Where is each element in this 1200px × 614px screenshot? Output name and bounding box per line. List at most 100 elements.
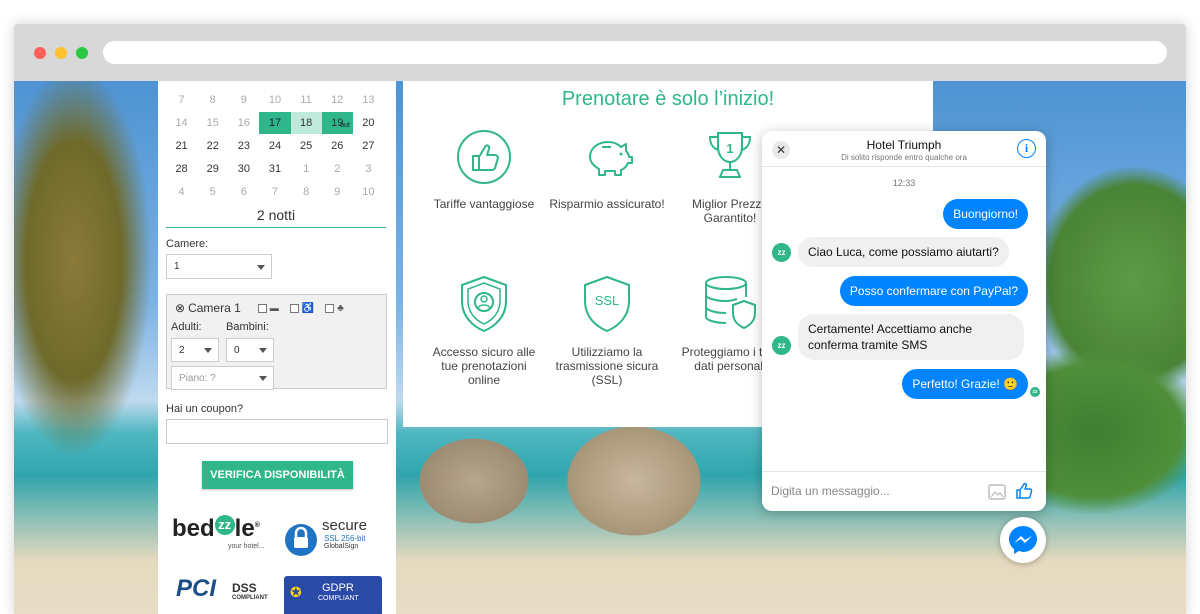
outgoing-message: Posso confermare con PayPal? — [839, 276, 1028, 306]
calendar-day[interactable]: 20 — [353, 112, 384, 134]
floor-select[interactable]: Piano: ? — [171, 366, 274, 390]
calendar-day[interactable]: 24 — [259, 135, 290, 157]
calendar-day[interactable]: 19 out — [321, 111, 353, 134]
seen-avatar-icon: zz — [1030, 387, 1040, 397]
calendar-day: 5 — [209, 185, 216, 198]
calendar-week: 4 5 6 7 8 9 10 — [166, 180, 384, 203]
chat-header: ✕ Hotel Triumph Di solito risponde entro… — [762, 131, 1046, 167]
calendar-day: 2 — [334, 162, 341, 175]
calendar-day[interactable]: 25 — [291, 135, 322, 157]
calendar-day: 8 — [209, 93, 216, 106]
gdpr-title: GDPR — [322, 582, 354, 594]
outgoing-message: Buongiorno! — [943, 199, 1028, 229]
pet-icon: ♣ — [337, 302, 344, 314]
globalsign-brand: GlobalSign — [324, 543, 359, 550]
minimize-window-button[interactable] — [55, 47, 67, 59]
calendar-day: 11 — [300, 93, 312, 106]
calendar-day: 8 — [303, 185, 310, 198]
address-bar[interactable] — [103, 41, 1167, 64]
calendar-day[interactable]: 31 — [259, 158, 290, 180]
verify-availability-button[interactable]: VERIFICA DISPONIBILITÀ — [202, 461, 353, 489]
dss-badge: DSS COMPLIANT — [232, 581, 268, 601]
checkout-marker: out — [340, 121, 350, 129]
chat-response-time: Di solito risponde entro qualche ora — [841, 153, 967, 162]
adults-select-value: 2 — [179, 344, 185, 356]
adults-select[interactable]: 2 — [171, 338, 219, 362]
remove-room-icon[interactable]: ⊗ — [175, 301, 185, 315]
calendar-day[interactable]: 23 — [228, 135, 259, 157]
calendar-day: 16 — [237, 116, 250, 129]
children-select-value: 0 — [234, 344, 240, 356]
bedzzle-logo-mark: zz — [214, 515, 235, 535]
dss-subtitle: COMPLIANT — [232, 595, 268, 601]
calendar-day[interactable]: 17 — [259, 111, 291, 134]
floor-select-value: Piano: ? — [179, 372, 216, 384]
calendar-day: 14 — [175, 116, 188, 129]
coupon-label: Hai un coupon? — [166, 403, 244, 415]
accessible-checkbox[interactable] — [289, 303, 299, 313]
calendar-day[interactable]: 30 — [228, 158, 259, 180]
smoking-checkbox[interactable] — [257, 303, 267, 313]
calendar-day: 1 — [303, 162, 310, 175]
calendar-day: 7 — [178, 93, 185, 106]
piggy-bank-icon — [589, 141, 633, 176]
calendar-day: 13 — [362, 93, 375, 106]
chat-footer: Digita un messaggio... — [762, 471, 1046, 511]
room-block: ⊗ Camera 1 ▬ ♿ ♣ Adulti: Bambini: 2 0 Pi… — [166, 294, 387, 390]
calendar-day[interactable]: 22 — [197, 135, 228, 157]
children-select[interactable]: 0 — [226, 338, 274, 362]
thumbs-up-icon[interactable] — [1015, 482, 1033, 500]
calendar-day: 15 — [206, 116, 219, 129]
coupon-input[interactable] — [166, 419, 388, 444]
maximize-window-button[interactable] — [76, 47, 88, 59]
database-shield-icon — [705, 276, 756, 330]
ssl-secure-badge: secure SSL 256-bit GlobalSign — [284, 517, 379, 559]
calendar-day: 3 — [365, 162, 372, 175]
messenger-launcher-button[interactable] — [1000, 517, 1046, 563]
calendar-day: 10 — [362, 185, 375, 198]
padlock-icon — [285, 524, 317, 556]
feature-label: Risparmio assicurato! — [549, 197, 665, 211]
room-title: Camera 1 — [188, 301, 241, 315]
image-upload-icon[interactable] — [988, 484, 1006, 500]
hotel-avatar: zz — [772, 243, 791, 262]
feature-item: Tariffe vantaggiose — [425, 127, 543, 211]
messenger-icon — [1009, 526, 1037, 554]
incoming-message: Ciao Luca, come possiamo aiutarti? — [798, 237, 1009, 267]
rooms-select[interactable]: 1 — [166, 254, 272, 279]
calendar-day[interactable]: 21 — [166, 135, 197, 157]
adults-label: Adulti: — [171, 321, 202, 333]
hotel-avatar: zz — [772, 336, 791, 355]
calendar-day: 10 — [268, 93, 282, 106]
messenger-chat-window: ✕ Hotel Triumph Di solito risponde entro… — [762, 131, 1046, 511]
wheelchair-icon: ♿ — [301, 302, 315, 314]
calendar-day[interactable]: 26 — [322, 135, 353, 157]
eu-stars-icon: ✪ — [290, 584, 302, 600]
pci-logo: PCI — [176, 575, 217, 602]
calendar-week: 14 15 16 17 18 19 out 20 — [166, 111, 384, 134]
close-window-button[interactable] — [34, 47, 46, 59]
message-input[interactable]: Digita un messaggio... — [771, 484, 890, 498]
window-controls — [34, 47, 88, 59]
calendar-day: 12 — [331, 93, 344, 106]
pet-checkbox[interactable] — [325, 303, 335, 313]
ssl-shield-icon: SSL — [584, 275, 630, 333]
calendar-week: 21 22 23 24 25 26 27 — [166, 134, 384, 157]
chevron-down-icon — [259, 348, 267, 353]
calendar-day[interactable]: 18 — [290, 111, 322, 134]
secure-title: secure — [322, 517, 368, 534]
calendar-day[interactable]: 29 — [197, 158, 228, 180]
calendar-day: 9 — [334, 185, 341, 198]
gdpr-badge: ✪ GDPR COMPLIANT — [284, 576, 382, 614]
calendar-day[interactable]: 28 — [166, 158, 197, 180]
beach-background: 7 8 9 10 11 12 13 14 15 16 17 18 19 out 20 21 22 23 24 25 26… — [14, 81, 1186, 614]
calendar-day[interactable]: 27 — [353, 135, 384, 157]
feature-item: Risparmio assicurato! — [548, 127, 666, 211]
calendar-day: 9 — [240, 93, 247, 106]
room-header: ⊗ Camera 1 ▬ ♿ ♣ — [175, 301, 344, 315]
chevron-down-icon — [204, 348, 212, 353]
registered-mark: ® — [254, 522, 260, 529]
trophy-icon: 1 — [708, 132, 752, 178]
info-icon[interactable]: i — [1017, 139, 1036, 158]
date-calendar: 7 8 9 10 11 12 13 14 15 16 17 18 19 out 20 21 22 23 24 25 26… — [166, 88, 384, 203]
